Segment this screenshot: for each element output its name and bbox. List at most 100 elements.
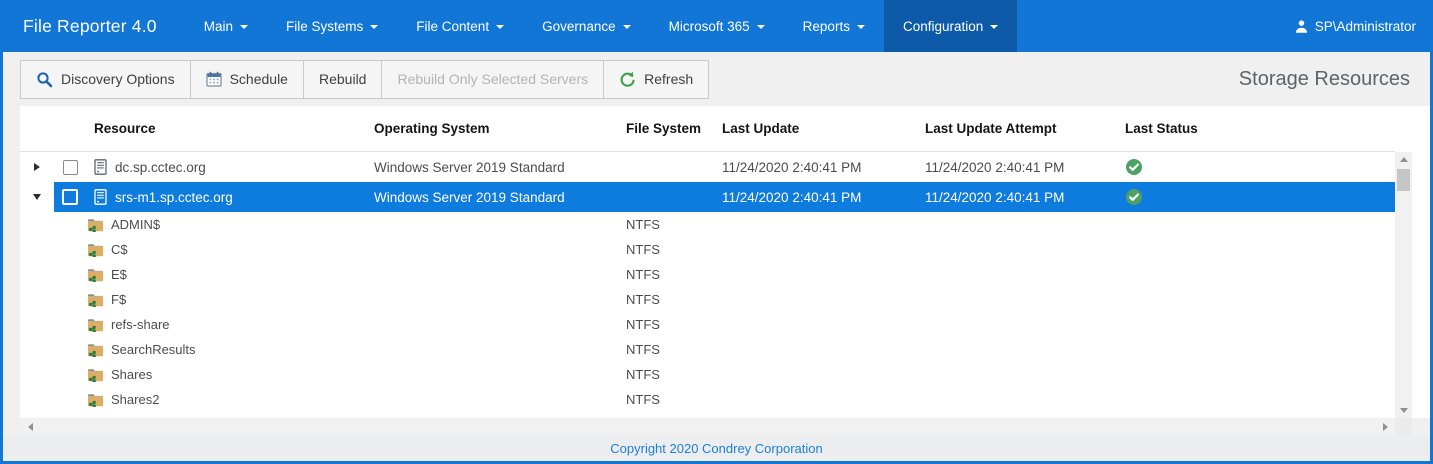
expander-icon[interactable] [34, 163, 40, 171]
chevron-down-icon [623, 25, 631, 29]
search-icon [36, 71, 53, 88]
column-header-last-status[interactable]: Last Status [1123, 106, 1395, 151]
shared-folder-icon [87, 218, 104, 232]
chevron-down-icon [496, 25, 504, 29]
main-menu: Main File Systems File Content Governanc… [185, 0, 1018, 52]
column-header-last-update[interactable]: Last Update [718, 106, 923, 151]
share-row[interactable]: F$ NTFS [20, 287, 1395, 312]
storage-resources-table: Resource Operating System File System La… [20, 106, 1430, 418]
os-cell: Windows Server 2019 Standard [372, 152, 622, 182]
chevron-down-icon [240, 25, 248, 29]
toolbar-button-group: Discovery Options Schedule Rebuild Rebui… [20, 60, 709, 99]
header-spacer [54, 106, 86, 151]
chevron-down-icon [857, 25, 865, 29]
share-filesystem-cell: NTFS [622, 237, 718, 262]
nav-item-label: Microsoft 365 [669, 19, 750, 34]
scrollbar-corner [1395, 418, 1412, 435]
resource-name: dc.sp.cctec.org [115, 160, 206, 175]
share-filesystem-cell: NTFS [622, 362, 718, 387]
share-name: ADMIN$ [111, 217, 160, 232]
user-name: SP\Administrator [1315, 19, 1416, 34]
shared-folder-icon [87, 318, 104, 332]
user-icon [1294, 19, 1309, 34]
button-label: Discovery Options [61, 71, 175, 87]
share-name: SearchResults [111, 342, 196, 357]
chevron-down-icon [757, 25, 765, 29]
scroll-left-button[interactable] [22, 418, 38, 435]
nav-item-configuration[interactable]: Configuration [884, 0, 1017, 52]
share-name: E$ [111, 267, 127, 282]
last-update-cell: 11/24/2020 2:40:41 PM [718, 182, 923, 212]
filesystem-cell [622, 182, 718, 212]
shared-folder-icon [87, 368, 104, 382]
share-row[interactable]: E$ NTFS [20, 262, 1395, 287]
share-name: C$ [111, 242, 128, 257]
column-header-file-system[interactable]: File System [622, 106, 718, 151]
last-update-cell: 11/24/2020 2:40:41 PM [718, 152, 923, 182]
share-filesystem-cell: NTFS [622, 337, 718, 362]
calendar-icon [206, 71, 222, 87]
button-label: Rebuild [319, 71, 366, 87]
shared-folder-icon [87, 343, 104, 357]
share-filesystem-cell: NTFS [622, 287, 718, 312]
last-update-attempt-cell: 11/24/2020 2:40:41 PM [923, 152, 1123, 182]
share-row[interactable]: refs-share NTFS [20, 312, 1395, 337]
status-ok-icon [1125, 188, 1143, 206]
vertical-scrollbar[interactable] [1395, 152, 1412, 418]
nav-item-microsoft-365[interactable]: Microsoft 365 [650, 0, 784, 52]
last-update-attempt-cell: 11/24/2020 2:40:41 PM [923, 182, 1123, 212]
column-header-last-update-attempt[interactable]: Last Update Attempt [923, 106, 1123, 151]
table-row[interactable]: dc.sp.cctec.org Windows Server 2019 Stan… [20, 152, 1395, 182]
nav-item-governance[interactable]: Governance [523, 0, 650, 52]
discovery-options-button[interactable]: Discovery Options [21, 61, 191, 98]
share-name: refs-share [111, 317, 170, 332]
footer: Copyright 2020 Condrey Corporation [3, 435, 1430, 461]
share-row[interactable]: Shares2 NTFS [20, 387, 1395, 412]
share-row[interactable]: SearchResults NTFS [20, 337, 1395, 362]
table-header: Resource Operating System File System La… [20, 106, 1395, 152]
share-filesystem-cell: NTFS [622, 262, 718, 287]
button-label: Refresh [644, 71, 693, 87]
column-header-resource[interactable]: Resource [86, 106, 372, 151]
app-title: File Reporter 4.0 [0, 16, 185, 37]
nav-item-label: File Content [416, 19, 489, 34]
button-label: Schedule [230, 71, 288, 87]
expander-icon[interactable] [33, 194, 41, 200]
nav-item-label: Reports [803, 19, 850, 34]
share-row[interactable]: ADMIN$ NTFS [20, 212, 1395, 237]
nav-item-file-systems[interactable]: File Systems [267, 0, 397, 52]
row-checkbox[interactable] [63, 160, 78, 175]
vertical-scrollbar-thumb[interactable] [1397, 169, 1410, 191]
share-filesystem-cell: NTFS [622, 212, 718, 237]
share-row[interactable]: Shares NTFS [20, 362, 1395, 387]
column-header-operating-system[interactable]: Operating System [372, 106, 622, 151]
nav-item-main[interactable]: Main [185, 0, 267, 52]
share-filesystem-cell: NTFS [622, 387, 718, 412]
schedule-button[interactable]: Schedule [191, 61, 304, 98]
horizontal-scrollbar[interactable] [20, 418, 1395, 435]
arrow-up-icon [1400, 157, 1408, 162]
arrow-left-icon [28, 423, 33, 431]
server-icon [94, 159, 107, 175]
nav-item-file-content[interactable]: File Content [397, 0, 523, 52]
resource-name: srs-m1.sp.cctec.org [115, 190, 233, 205]
button-label: Rebuild Only Selected Servers [397, 71, 588, 87]
rebuild-button[interactable]: Rebuild [304, 61, 382, 98]
table-row[interactable]: srs-m1.sp.cctec.org Windows Server 2019 … [20, 182, 1395, 212]
chevron-down-icon [370, 25, 378, 29]
scroll-down-button[interactable] [1395, 403, 1412, 418]
scroll-right-button[interactable] [1377, 418, 1393, 435]
nav-item-label: Governance [542, 19, 616, 34]
user-menu[interactable]: SP\Administrator [1294, 0, 1433, 52]
toolbar: Discovery Options Schedule Rebuild Rebui… [3, 52, 1430, 106]
nav-item-reports[interactable]: Reports [784, 0, 884, 52]
chevron-down-icon [990, 25, 998, 29]
arrow-down-icon [1400, 408, 1408, 413]
refresh-button[interactable]: Refresh [604, 61, 708, 98]
refresh-icon [619, 71, 636, 88]
scroll-up-button[interactable] [1395, 152, 1412, 167]
navbar: File Reporter 4.0 Main File Systems File… [0, 0, 1433, 52]
row-checkbox[interactable] [62, 189, 78, 205]
share-row[interactable]: C$ NTFS [20, 237, 1395, 262]
nav-item-label: File Systems [286, 19, 363, 34]
